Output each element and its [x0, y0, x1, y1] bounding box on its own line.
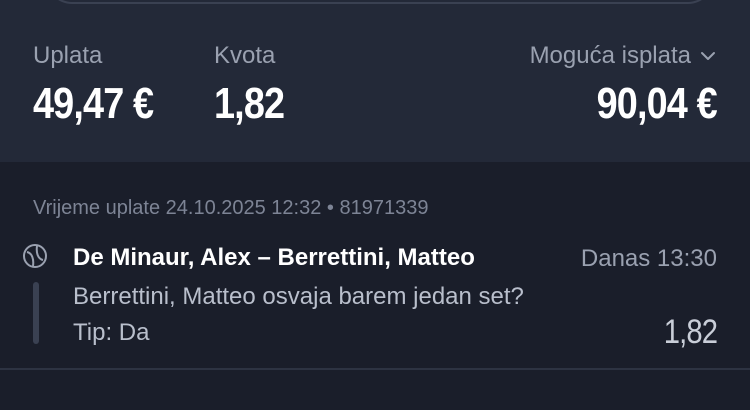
selection-odd: 1,82: [663, 313, 718, 351]
chevron-down-icon: [701, 52, 715, 60]
sport-tennis-icon: [23, 244, 47, 268]
market-name: Berrettini, Matteo osvaja barem jedan se…: [73, 283, 524, 310]
odds-value: 1,82: [214, 79, 285, 128]
event-name[interactable]: De Minaur, Alex – Berrettini, Matteo: [73, 244, 475, 272]
stake-label: Uplata: [33, 42, 103, 69]
event-time: Danas 13:30: [580, 245, 717, 272]
selection-indicator-line: [33, 282, 39, 344]
divider: [0, 368, 750, 370]
tip-value: Tip: Da: [73, 319, 150, 346]
ticket-meta: Vrijeme uplate 24.10.2025 12:32 • 819713…: [33, 197, 429, 219]
payout-label: Moguća isplata: [529, 42, 691, 69]
odds-label: Kvota: [214, 42, 276, 69]
stake-value: 49,47 €: [33, 79, 154, 128]
payout-value: 90,04 €: [596, 79, 718, 128]
previous-card-edge: [46, 0, 714, 4]
bet-summary-panel: Uplata 49,47 € Kvota 1,82 Moguća isplata…: [0, 0, 750, 162]
payout-toggle[interactable]: Moguća isplata: [530, 42, 717, 70]
